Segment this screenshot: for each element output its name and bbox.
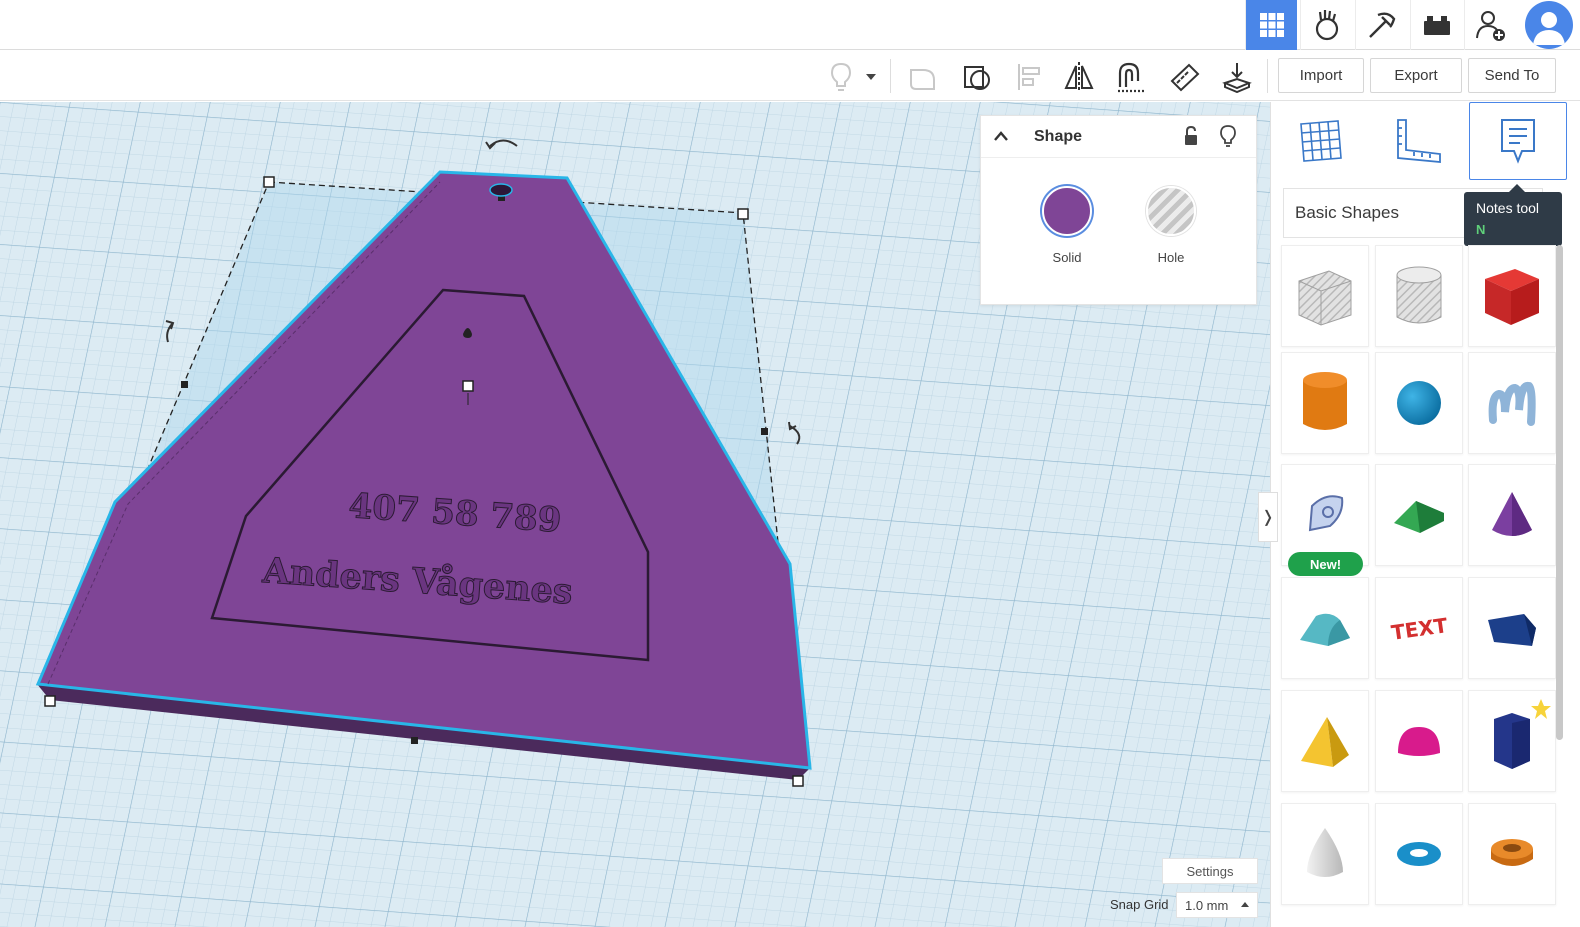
user-avatar[interactable] (1518, 0, 1580, 50)
lightbulb-icon[interactable] (1220, 125, 1236, 147)
shape-tube[interactable] (1468, 803, 1556, 905)
collapse-chevron-icon[interactable] (993, 130, 1009, 142)
shape-text[interactable]: TEXT (1375, 577, 1463, 679)
new-badge: New! (1288, 552, 1363, 576)
settings-button[interactable]: Settings (1162, 858, 1258, 884)
shape-box[interactable] (1468, 245, 1556, 347)
shape-panel: Shape Solid Hole (980, 115, 1257, 305)
toolbar: Import Export Send To (0, 51, 1580, 101)
notes-tool-icon[interactable] (1469, 102, 1567, 180)
collapse-panel-toggle[interactable]: ❭ (1258, 492, 1278, 542)
shape-cylinder-hole[interactable] (1375, 245, 1463, 347)
ruler-icon[interactable] (1165, 57, 1205, 97)
star-icon (1531, 699, 1551, 719)
shape-torus[interactable] (1375, 803, 1463, 905)
import-button[interactable]: Import (1278, 58, 1364, 93)
snap-grid-select[interactable]: 1.0 mm (1176, 892, 1258, 918)
workplane-shape-icon[interactable] (957, 57, 997, 97)
lock-icon[interactable] (1183, 126, 1199, 146)
notes-tool-tooltip: Notes tool N (1464, 184, 1562, 246)
shape-paraboloid[interactable] (1281, 803, 1369, 905)
dropdown-caret-icon[interactable] (861, 57, 881, 97)
export-button[interactable]: Export (1370, 58, 1462, 93)
drop-icon[interactable] (1217, 57, 1257, 97)
shape-round-roof[interactable] (1281, 577, 1369, 679)
group-icon[interactable] (903, 57, 943, 97)
learn-hand-icon[interactable] (1300, 0, 1352, 50)
shape-cylinder[interactable] (1281, 352, 1369, 454)
solid-option[interactable]: Solid (1027, 186, 1107, 265)
mirror-icon[interactable] (1059, 57, 1099, 97)
tooltip-shortcut: N (1476, 222, 1486, 237)
shape-cone[interactable] (1468, 464, 1556, 566)
send-to-button[interactable]: Send To (1468, 58, 1556, 93)
shape-pyramid[interactable] (1281, 690, 1369, 792)
hole-swatch[interactable] (1146, 186, 1196, 236)
snap-grid-value: 1.0 mm (1185, 898, 1229, 913)
svg-text:TEXT: TEXT (1390, 613, 1449, 645)
shape-sphere[interactable] (1375, 352, 1463, 454)
workplane-tool-icon[interactable] (1273, 102, 1369, 180)
toolbar-divider (1267, 59, 1268, 93)
shape-sketch[interactable] (1281, 464, 1369, 566)
tooltip-title: Notes tool (1476, 200, 1540, 216)
shape-panel-header: Shape (981, 116, 1256, 158)
toolbar-divider (890, 59, 891, 93)
ruler-tool-icon[interactable] (1371, 102, 1467, 180)
caret-up-icon (1241, 902, 1249, 907)
snap-grid-label: Snap Grid (1110, 897, 1169, 912)
grid-view-icon[interactable] (1245, 0, 1297, 50)
pickaxe-icon[interactable] (1355, 0, 1407, 50)
top-bar (0, 0, 1580, 50)
bricks-icon[interactable] (1410, 0, 1462, 50)
shape-panel-title: Shape (1034, 128, 1083, 145)
hole-label: Hole (1157, 250, 1185, 265)
lightbulb-icon[interactable] (821, 57, 861, 97)
cruise-icon[interactable] (1111, 57, 1151, 97)
shape-wedge[interactable] (1468, 577, 1556, 679)
solid-label: Solid (1052, 250, 1082, 265)
add-user-icon[interactable] (1464, 0, 1516, 50)
shape-box-hole[interactable] (1281, 245, 1369, 347)
shape-half-sphere[interactable] (1375, 690, 1463, 792)
shape-list-scrollbar[interactable] (1556, 245, 1563, 740)
align-icon[interactable] (1009, 57, 1049, 97)
shape-scribble[interactable] (1468, 352, 1556, 454)
shape-roof[interactable] (1375, 464, 1463, 566)
hole-option[interactable]: Hole (1131, 186, 1211, 265)
solid-color-swatch[interactable] (1042, 186, 1092, 236)
